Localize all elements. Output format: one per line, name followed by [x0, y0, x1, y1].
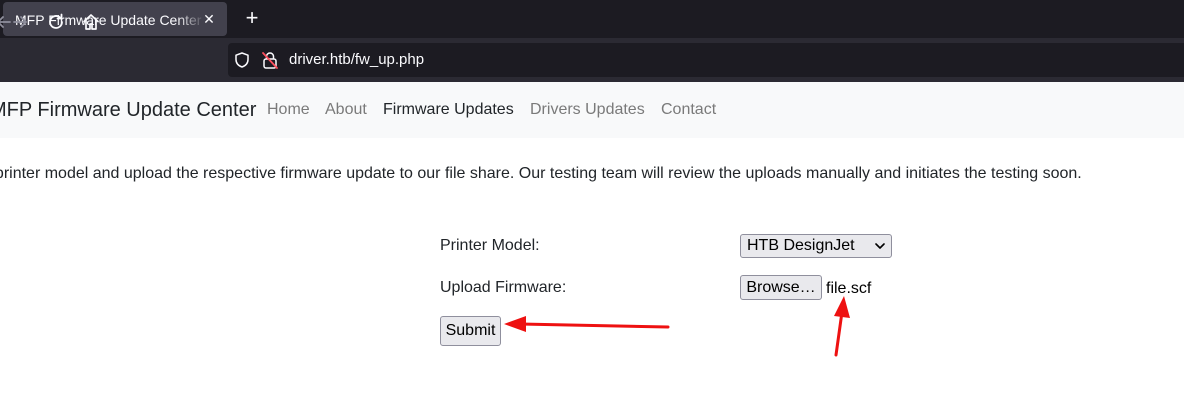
arrow-to-submit [504, 316, 670, 332]
arrow-to-file-name [834, 296, 850, 357]
annotation-overlay [504, 296, 850, 357]
